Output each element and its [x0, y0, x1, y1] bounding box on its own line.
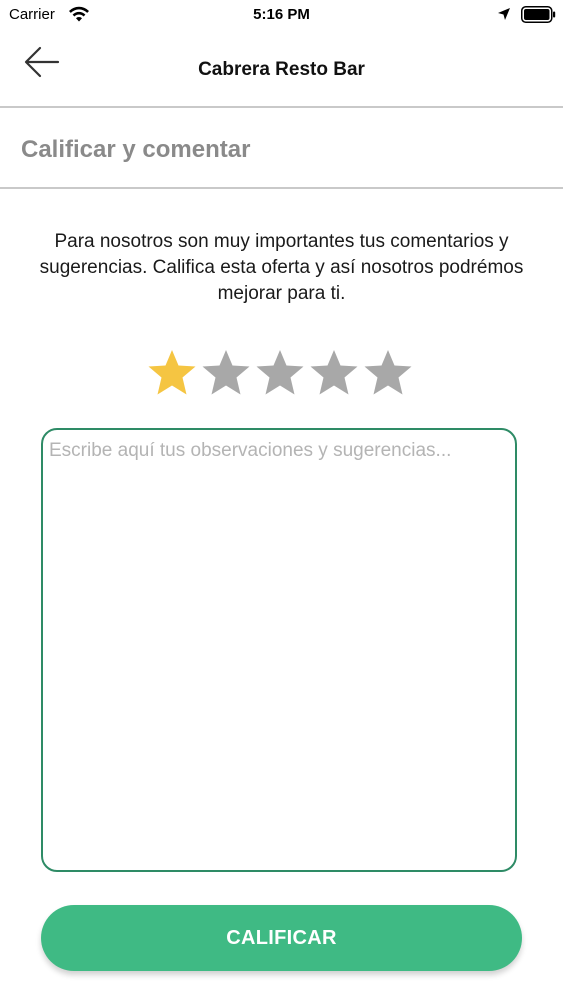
- comment-input[interactable]: [41, 428, 517, 872]
- star-empty-icon[interactable]: [308, 347, 360, 399]
- star-rating: [146, 347, 418, 401]
- section-title: Calificar y comentar: [21, 136, 251, 163]
- star-filled-icon[interactable]: [146, 347, 198, 399]
- star-empty-icon[interactable]: [200, 347, 252, 399]
- calificar-button[interactable]: CALIFICAR: [41, 905, 522, 971]
- nav-bar: Cabrera Resto Bar: [0, 30, 563, 108]
- page-title: Cabrera Resto Bar: [198, 59, 365, 80]
- status-time: 5:16 PM: [253, 6, 310, 23]
- rating-description: Para nosotros son muy importantes tus co…: [39, 231, 524, 304]
- location-arrow-icon: [498, 8, 510, 20]
- star-empty-icon[interactable]: [254, 347, 306, 399]
- battery-icon: [521, 6, 556, 23]
- status-bar: Carrier 5:16 PM: [0, 0, 563, 30]
- section-header: Calificar y comentar: [0, 108, 563, 189]
- star-empty-icon[interactable]: [362, 347, 414, 399]
